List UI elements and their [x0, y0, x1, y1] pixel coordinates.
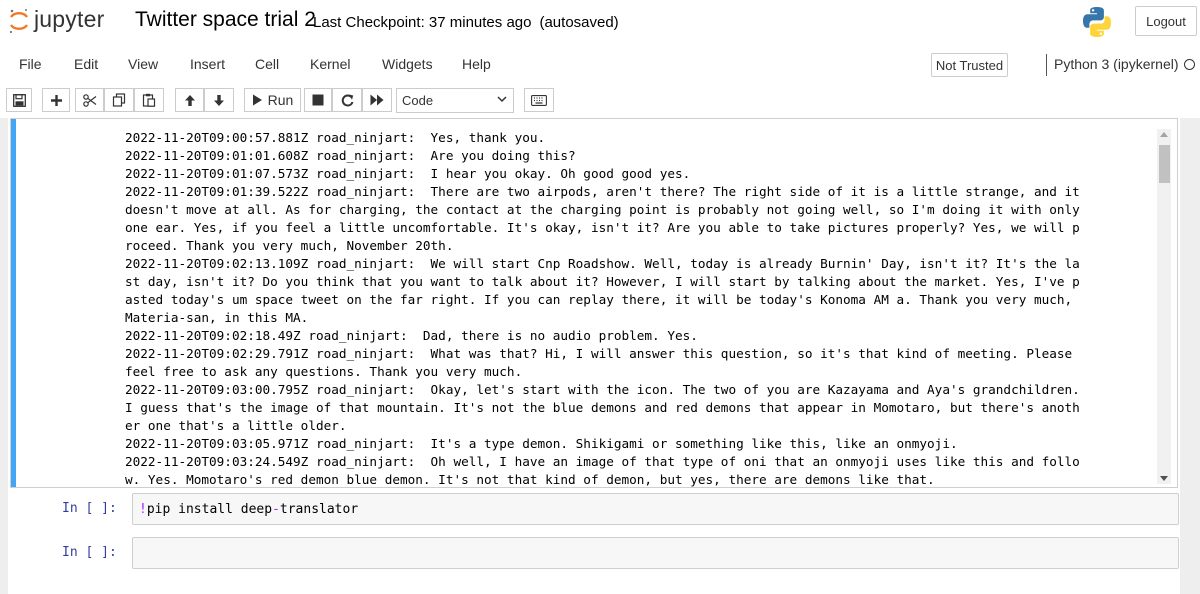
- cut-button[interactable]: [75, 88, 104, 112]
- jupyter-logo[interactable]: jupyter: [6, 6, 118, 40]
- code-input-empty[interactable]: [132, 537, 1179, 569]
- output-line: 2022-11-20T09:01:39.522Z road_ninjart: T…: [125, 184, 1080, 199]
- command-palette-button[interactable]: [524, 88, 554, 112]
- menu-cell[interactable]: Cell: [255, 56, 279, 72]
- jupyter-wordmark: jupyter: [34, 6, 105, 32]
- menu-file[interactable]: File: [19, 56, 42, 72]
- copy-button[interactable]: [104, 88, 134, 112]
- output-line: 2022-11-20T09:03:05.971Z road_ninjart: I…: [125, 436, 958, 451]
- output-line: I guess that's the image of that mountai…: [125, 400, 1080, 415]
- arrow-down-icon: [214, 94, 224, 106]
- output-line: 2022-11-20T09:01:07.573Z road_ninjart: I…: [125, 166, 691, 181]
- cell-selection-bar: [11, 119, 16, 487]
- output-line: Materia-san, in this MA.: [125, 310, 309, 325]
- output-line: st day, isn't it? Do you think that you …: [125, 274, 1080, 289]
- scissors-icon: [82, 93, 96, 107]
- output-line: 2022-11-20T09:02:13.109Z road_ninjart: W…: [125, 256, 1080, 271]
- notebook-container: 2022-11-20T09:00:57.881Z road_ninjart: Y…: [8, 118, 1180, 594]
- restart-run-all-button[interactable]: [362, 88, 392, 112]
- menu-edit[interactable]: Edit: [74, 56, 98, 72]
- play-icon: [252, 94, 262, 106]
- python-logo-icon: [1083, 7, 1111, 37]
- kernel-divider: [1046, 54, 1047, 76]
- output-line: asted today's um space tweet on the far …: [125, 292, 1073, 307]
- output-line: doesn't move at all. As for charging, th…: [125, 202, 1080, 217]
- output-line: 2022-11-20T09:03:00.795Z road_ninjart: O…: [125, 382, 1080, 397]
- notebook-title[interactable]: Twitter space trial 2: [135, 8, 316, 32]
- move-up-button[interactable]: [175, 88, 204, 112]
- not-trusted-button[interactable]: Not Trusted: [931, 53, 1008, 77]
- menu-kernel[interactable]: Kernel: [310, 56, 350, 72]
- output-scrollbar[interactable]: [1157, 129, 1171, 484]
- cell-type-value: Code: [402, 93, 434, 108]
- copy-icon: [112, 93, 126, 107]
- output-line: feel free to ask any questions. Thank yo…: [125, 364, 523, 379]
- output-line: 2022-11-20T09:03:24.549Z road_ninjart: O…: [125, 454, 1080, 469]
- jupyter-logo-icon: [9, 9, 28, 34]
- run-label: Run: [267, 92, 294, 108]
- plus-icon: [50, 94, 62, 106]
- keyboard-icon: [531, 94, 547, 106]
- scrollbar-thumb[interactable]: [1159, 145, 1170, 183]
- autosave-status: (autosaved): [539, 14, 619, 31]
- fast-forward-icon: [370, 94, 384, 106]
- output-area[interactable]: 2022-11-20T09:00:57.881Z road_ninjart: Y…: [125, 129, 1171, 487]
- scroll-down-icon[interactable]: [1160, 476, 1168, 481]
- menu-widgets[interactable]: Widgets: [382, 56, 433, 72]
- cell-type-select[interactable]: Code: [396, 88, 514, 113]
- code-input-pip-install[interactable]: ! pip install deep - translator: [132, 493, 1179, 525]
- checkpoint-status: Last Checkpoint: 37 minutes ago (autosave…: [313, 14, 619, 31]
- insert-cell-button[interactable]: [42, 88, 70, 112]
- menubar: File Edit View Insert Cell Kernel Widget…: [0, 50, 1200, 80]
- move-down-button[interactable]: [204, 88, 234, 112]
- menu-view[interactable]: View: [128, 56, 158, 72]
- code-hyphen: -: [272, 501, 280, 517]
- checkpoint-text: Last Checkpoint: 37 minutes ago: [313, 14, 532, 31]
- menu-insert[interactable]: Insert: [190, 56, 225, 72]
- paste-icon: [142, 93, 156, 107]
- output-line: er one that's a little older.: [125, 418, 347, 433]
- output-line: one ear. Yes, if you feel a little uncom…: [125, 220, 1080, 235]
- output-line: 2022-11-20T09:01:01.608Z road_ninjart: A…: [125, 148, 576, 163]
- scroll-up-icon[interactable]: [1160, 132, 1168, 137]
- code-package: translator: [279, 501, 359, 517]
- restart-icon: [341, 94, 353, 106]
- restart-button[interactable]: [332, 88, 362, 112]
- input-prompt: In [ ]:: [62, 501, 117, 516]
- output-line: w. Yes. Momotaro's red demon blue demon.…: [125, 472, 935, 487]
- kernel-idle-icon: [1184, 59, 1195, 70]
- paste-button[interactable]: [134, 88, 164, 112]
- selected-output-cell[interactable]: 2022-11-20T09:00:57.881Z road_ninjart: Y…: [10, 118, 1178, 488]
- arrow-up-icon: [184, 94, 195, 106]
- code-bang: !: [139, 501, 147, 517]
- logout-button[interactable]: Logout: [1135, 6, 1197, 36]
- output-line: 2022-11-20T09:00:57.881Z road_ninjart: Y…: [125, 130, 546, 145]
- notebook-header: jupyter Twitter space trial 2 Last Check…: [0, 0, 1200, 118]
- kernel-name[interactable]: Python 3 (ipykernel): [1054, 56, 1179, 72]
- output-line: roceed. Thank you very much, November 20…: [125, 238, 454, 253]
- output-line: 2022-11-20T09:02:18.49Z road_ninjart: Da…: [125, 328, 698, 343]
- save-button[interactable]: [6, 88, 32, 112]
- code-command: pip install deep: [146, 501, 273, 517]
- chevron-down-icon: [497, 96, 507, 103]
- interrupt-button[interactable]: [304, 88, 332, 112]
- save-icon: [12, 93, 26, 107]
- run-button[interactable]: Run: [244, 88, 301, 112]
- output-text: 2022-11-20T09:00:57.881Z road_ninjart: Y…: [125, 129, 1171, 487]
- input-prompt: In [ ]:: [62, 545, 117, 560]
- menu-help[interactable]: Help: [462, 56, 491, 72]
- stop-icon: [312, 94, 324, 106]
- notebook-area: 2022-11-20T09:00:57.881Z road_ninjart: Y…: [0, 118, 1200, 594]
- output-line: 2022-11-20T09:02:29.791Z road_ninjart: W…: [125, 346, 1073, 361]
